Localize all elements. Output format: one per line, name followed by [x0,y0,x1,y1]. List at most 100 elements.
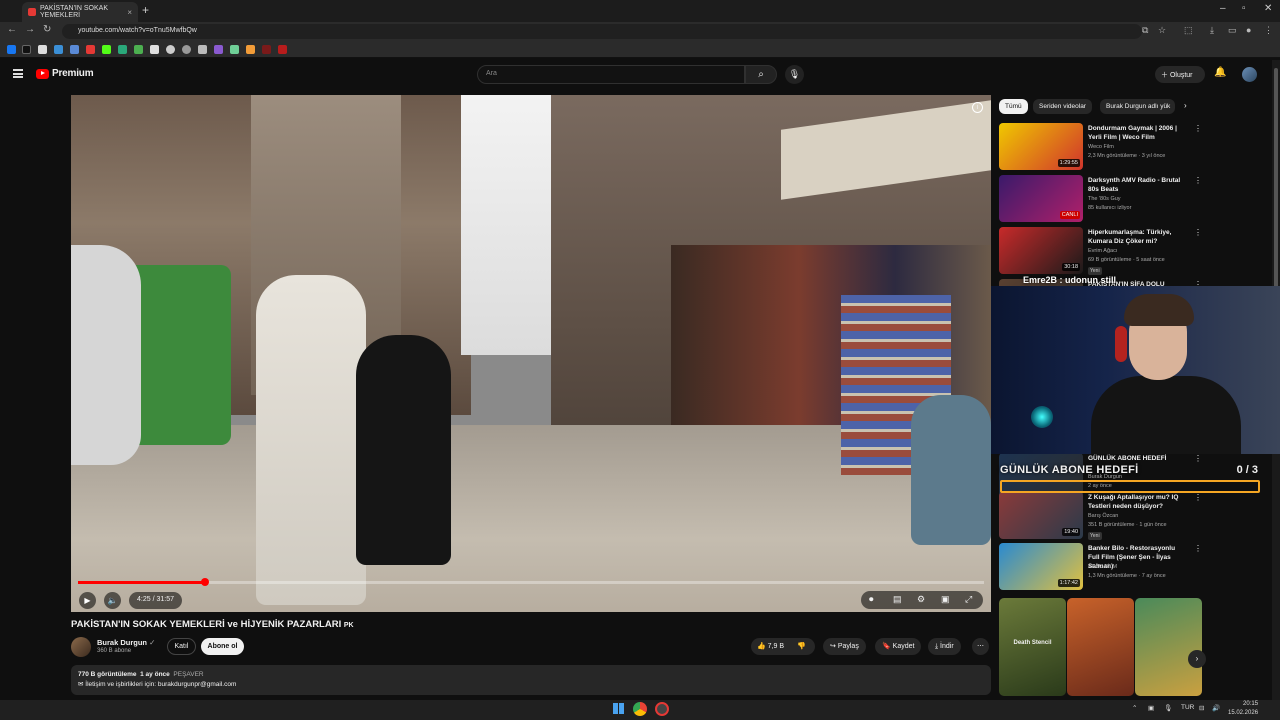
bookmark-icon[interactable] [198,45,207,54]
tray-app-icon[interactable]: ▣ [1148,704,1154,712]
more-options-icon[interactable]: ⋮ [1194,493,1202,502]
short-thumbnail[interactable] [1067,598,1134,696]
info-icon[interactable]: i [972,102,983,113]
recommendation-channel[interactable]: Weco Film [1088,144,1114,150]
tab-close-icon[interactable]: × [127,8,132,17]
save-button[interactable]: 🔖 Kaydet [875,638,922,655]
more-options-icon[interactable]: ⋮ [1194,176,1202,185]
menu-dots-icon[interactable]: ⋮ [1264,25,1273,36]
recommendation-title[interactable]: Darksynth AMV Radio - Brutal 80s Beats [1088,176,1188,194]
download-button[interactable]: ⤓ İndir [928,638,961,655]
join-button[interactable]: Katıl [167,638,196,655]
progress-bar[interactable] [78,578,984,586]
tray-mic-icon[interactable]: 🎙 [1164,704,1172,712]
recommendation-thumbnail[interactable]: 30:18 [999,227,1083,274]
bookmark-star-icon[interactable]: ☆ [1158,25,1166,36]
location-tag[interactable]: PEŞAVER [173,671,203,678]
bookmark-icon[interactable] [166,45,175,54]
settings-gear-icon[interactable]: ⚙ [917,594,925,605]
recommendation-thumbnail[interactable]: CANLI [999,175,1083,222]
share-button[interactable]: ↪ Paylaş [823,638,866,655]
sidepanel-icon[interactable]: ▭ [1228,25,1237,36]
chip-all[interactable]: Tümü [999,99,1028,114]
bookmark-icon[interactable] [230,45,239,54]
recommendation-item[interactable]: 30:18 Hiperkumarlaşma: Türkiye, Kumara Di… [999,227,1269,275]
recommendation-item[interactable]: 1:17:42 Banker Bilo - Restorasyonlu Full … [999,543,1269,590]
facebook-bookmark-icon[interactable] [7,45,16,54]
bookmark-icon[interactable] [70,45,79,54]
extensions-icon[interactable]: ⬚ [1184,25,1193,36]
address-bar[interactable]: youtube.com/watch?v=oTnu5MwfbQw [62,24,1142,39]
recommendation-title[interactable]: Dondurmam Gaymak | 2006 | Yerli Film | W… [1088,124,1188,142]
recommendation-thumbnail[interactable]: 19:40 [999,492,1083,539]
profile-icon[interactable]: ● [1246,25,1251,35]
forward-arrow-icon[interactable]: → [25,24,35,35]
recommendation-thumbnail[interactable]: 1:17:42 [999,543,1083,590]
recommendation-channel[interactable]: ARZU FİLM [1088,564,1117,570]
browser-tab[interactable]: PAKİSTAN'IN SOKAK YEMEKLERİ × [22,2,138,22]
close-window-button[interactable]: ✕ [1264,3,1272,14]
new-tab-button[interactable]: + [142,3,149,17]
chevron-right-icon[interactable]: › [1184,101,1187,110]
account-avatar[interactable] [1242,67,1257,82]
obs-icon[interactable] [655,702,669,716]
download-icon[interactable]: ⤓ [1210,25,1214,36]
search-input[interactable]: Ara [477,65,745,84]
bookmark-icon[interactable] [38,45,47,54]
bookmark-icon[interactable] [118,45,127,54]
fullscreen-icon[interactable]: ⤢ [965,594,972,605]
create-button[interactable]: ＋ Oluştur [1155,66,1205,83]
language-indicator[interactable]: TUR [1181,704,1194,711]
recommendation-channel[interactable]: The '80s Guy [1088,196,1121,202]
recommendation-thumbnail[interactable]: 1:29:55 [999,123,1083,170]
subscribe-button[interactable]: Abone ol [201,638,244,655]
back-arrow-icon[interactable]: ← [7,24,17,35]
chrome-icon[interactable] [633,702,647,716]
windows-start-icon[interactable] [613,703,624,714]
video-player[interactable]: i ▶ 🔈 4:25 / 31:57 ⏺ ▤ ⚙ ▣ ⤢ [71,95,991,612]
bookmark-icon[interactable] [134,45,143,54]
recommendation-channel[interactable]: Evrim Ağacı [1088,248,1117,254]
chip-series[interactable]: Seriden videolar [1033,99,1092,114]
network-icon[interactable]: ⊟ [1199,704,1204,712]
youtube-bookmark-icon[interactable] [86,45,95,54]
description-box[interactable]: 770 B görüntüleme 1 ay önce PEŞAVER ✉ İl… [71,665,991,695]
taskbar-clock[interactable]: 20:15 15.02.2026 [1228,700,1258,718]
volume-icon[interactable]: 🔈 [104,592,121,609]
progress-scrubber[interactable] [200,578,209,586]
notification-bell-icon[interactable]: 🔔 [1214,67,1226,78]
bookmark-icon[interactable] [278,45,287,54]
volume-tray-icon[interactable]: 🔊 [1212,704,1220,712]
channel-name[interactable]: Burak Durgun ✓ [97,638,155,647]
x-bookmark-icon[interactable] [22,45,31,54]
chip-channel[interactable]: Burak Durgun adlı yük [1100,99,1175,114]
reload-icon[interactable]: ↻ [43,24,51,35]
youtube-logo[interactable]: Premium [36,68,94,79]
bookmark-icon[interactable] [182,45,191,54]
search-icon[interactable]: ⌕ [745,65,777,84]
shorts-next-icon[interactable]: › [1188,650,1206,668]
bookmark-icon[interactable] [246,45,255,54]
more-actions-icon[interactable]: ⋯ [972,638,989,655]
bookmark-icon[interactable] [262,45,271,54]
miniplayer-icon[interactable]: ▣ [941,594,950,605]
more-options-icon[interactable]: ⋮ [1194,124,1202,133]
channel-avatar[interactable] [71,637,91,657]
recommendation-title[interactable]: Z Kuşağı Aptallaşıyor mu? IQ Testleri ne… [1088,493,1188,511]
microphone-icon[interactable]: 🎙 [785,65,804,84]
tray-chevron-icon[interactable]: ⌃ [1132,704,1137,712]
bookmark-icon[interactable] [150,45,159,54]
play-button[interactable]: ▶ [79,592,96,609]
like-button[interactable]: 👍 7,9 B [757,638,784,655]
dislike-icon[interactable]: 👎 [797,638,806,655]
more-options-icon[interactable]: ⋮ [1194,544,1202,553]
recommendation-item[interactable]: 19:40 Z Kuşağı Aptallaşıyor mu? IQ Testle… [999,492,1269,540]
recommendation-title[interactable]: Hiperkumarlaşma: Türkiye, Kumara Diz Çök… [1088,228,1188,246]
install-icon[interactable]: ⧉ [1142,25,1148,36]
recommendation-channel[interactable]: Barış Özcan [1088,513,1118,519]
hamburger-menu-icon[interactable] [13,69,23,78]
more-options-icon[interactable]: ⋮ [1194,228,1202,237]
twitch-bookmark-icon[interactable] [214,45,223,54]
minimize-button[interactable]: – [1220,3,1226,14]
maximize-button[interactable]: ▫ [1242,3,1246,14]
